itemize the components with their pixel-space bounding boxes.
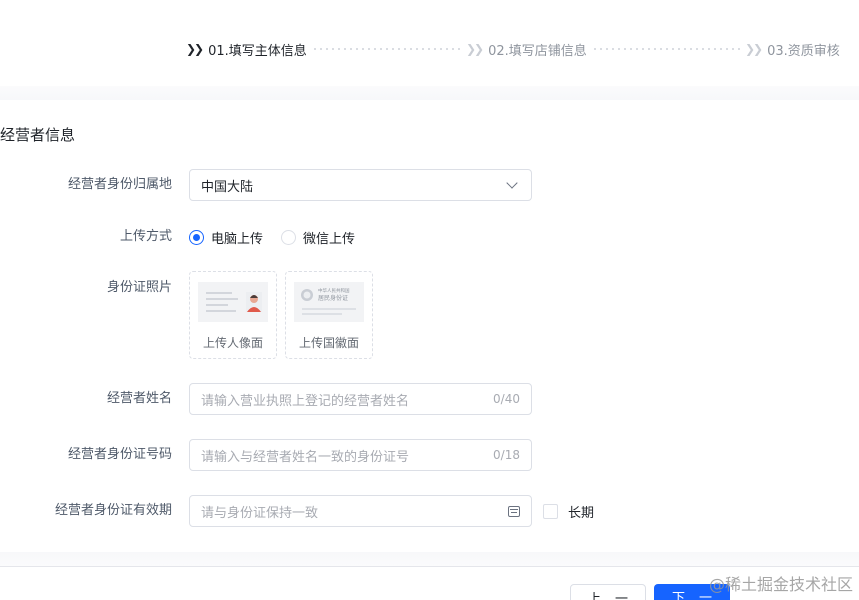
section-title: 经营者信息 (0, 126, 76, 144)
id-photo-label: 身份证照片 (106, 280, 172, 295)
id-front-placeholder-image (198, 282, 268, 322)
step-3-label: 03.资质审核 (767, 43, 840, 59)
watermark: @稀土掘金技术社区 (708, 575, 853, 594)
radio-wechat-upload[interactable]: 微信上传 (281, 228, 355, 247)
footer-divider (0, 566, 859, 567)
id-card-country-text: 中华人民共和国 (318, 287, 350, 294)
id-card-title-text: 居民身份证 (318, 294, 348, 302)
id-number-placeholder: 请输入与经营者姓名一致的身份证号 (201, 449, 410, 465)
long-term-label: 长期 (568, 506, 595, 521)
step-3: ❯❯ 03.资质审核 (745, 40, 840, 59)
name-counter: 0/40 (493, 392, 520, 406)
radio-dot (189, 229, 204, 245)
calendar-icon[interactable] (508, 505, 520, 517)
radio-label: 电脑上传 (211, 231, 264, 247)
upload-emblem-caption: 上传国徽面 (298, 336, 359, 350)
checkbox-box[interactable] (543, 504, 558, 519)
steps-bar: ❯❯ 01.填写主体信息 ❯❯ 02.填写店铺信息 ❯❯ 03.资质审核 (0, 0, 859, 100)
upload-portrait-card[interactable]: 上传人像面 (189, 271, 277, 359)
id-validity-label: 经营者身份证有效期 (54, 503, 172, 518)
name-label: 经营者姓名 (106, 391, 172, 406)
upload-portrait-caption: 上传人像面 (202, 336, 263, 350)
step-1-label: 01.填写主体信息 (208, 43, 307, 59)
id-validity-placeholder: 请与身份证保持一致 (201, 505, 319, 521)
name-placeholder: 请输入营业执照上登记的经营者姓名 (201, 393, 410, 409)
step-connector-2 (592, 48, 742, 50)
step-2-label: 02.填写店铺信息 (488, 43, 587, 59)
id-validity-date-input[interactable]: 请与身份证保持一致 (189, 495, 532, 527)
long-term-checkbox[interactable]: 长期 (543, 502, 594, 521)
double-chevron-right-icon: ❯❯ (186, 42, 204, 56)
id-back-placeholder-image: 中华人民共和国 居民身份证 (294, 282, 364, 322)
chevron-down-icon (506, 177, 518, 189)
region-label: 经营者身份归属地 (67, 177, 172, 192)
radio-dot (281, 229, 297, 245)
radio-label: 微信上传 (303, 231, 356, 247)
name-input[interactable]: 请输入营业执照上登记的经营者姓名 0/40 (189, 383, 532, 415)
double-chevron-right-icon: ❯❯ (745, 42, 763, 56)
step-1: ❯❯ 01.填写主体信息 (186, 40, 307, 59)
step-2: ❯❯ 02.填写店铺信息 (466, 40, 587, 59)
id-number-label: 经营者身份证号码 (67, 447, 172, 462)
id-number-counter: 0/18 (493, 448, 520, 462)
region-select-value: 中国大陆 (201, 179, 254, 195)
prev-step-button[interactable]: 上一步 (570, 584, 646, 600)
double-chevron-right-icon: ❯❯ (466, 42, 484, 56)
footer-shadow (0, 552, 859, 566)
steps-bar-shadow (0, 86, 859, 100)
region-select[interactable]: 中国大陆 (189, 169, 532, 201)
radio-computer-upload[interactable]: 电脑上传 (189, 228, 263, 247)
upload-method-radio-group: 电脑上传 微信上传 (189, 228, 373, 247)
upload-method-label: 上传方式 (119, 229, 172, 244)
id-number-input[interactable]: 请输入与经营者姓名一致的身份证号 0/18 (189, 439, 532, 471)
national-emblem-illustration-icon: 中华人民共和国 居民身份证 (294, 282, 364, 322)
upload-emblem-card[interactable]: 中华人民共和国 居民身份证 上传国徽面 (285, 271, 373, 359)
step-connector-1 (312, 48, 462, 50)
id-portrait-illustration-icon (198, 282, 268, 322)
